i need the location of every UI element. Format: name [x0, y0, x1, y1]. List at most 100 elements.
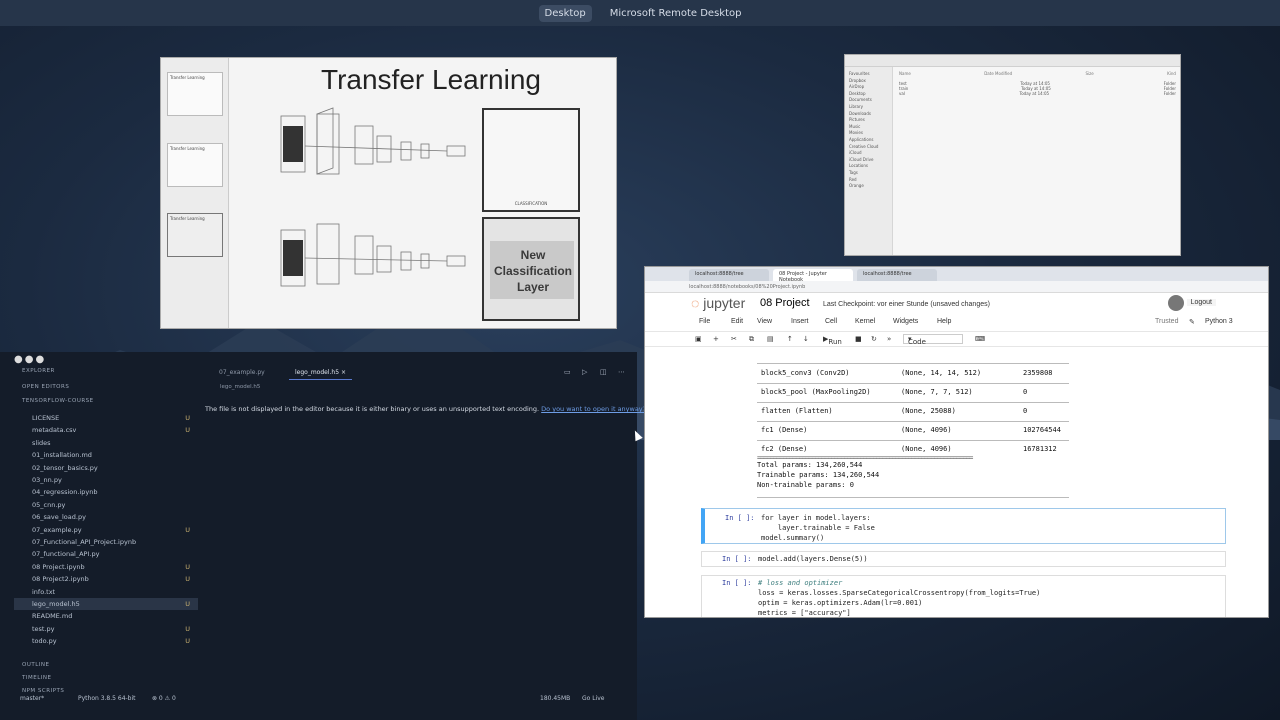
finder-sidebar-item[interactable]: Creative Cloud [849, 144, 888, 151]
jupyter-logo[interactable]: ◌ jupyter [691, 295, 745, 311]
notebook-name[interactable]: 08 Project [760, 297, 810, 309]
finder-sidebar-item[interactable]: Documents [849, 97, 888, 104]
menu-item[interactable]: Kernel [855, 318, 875, 325]
slide-thumb-3[interactable]: Transfer Learning [167, 213, 223, 257]
logout-button[interactable]: Logout [1186, 299, 1216, 306]
trusted-badge[interactable]: Trusted [1155, 318, 1178, 325]
python-interpreter[interactable]: Python 3.8.5 64-bit [78, 695, 136, 702]
slide-thumb-2[interactable]: Transfer Learning [167, 143, 223, 187]
browser-tab-3[interactable]: localhost:8888/tree [857, 269, 937, 281]
file-tree-item[interactable]: 08 Project2.ipynb U [14, 573, 198, 585]
presentation-window[interactable]: Transfer Learning Transfer Learning Tran… [160, 57, 617, 329]
file-tree-item[interactable]: info.txt [14, 586, 198, 598]
finder-sidebar-item[interactable]: Pictures [849, 117, 888, 124]
finder-sidebar-item[interactable]: iCloud Drive [849, 157, 888, 164]
more-actions-icon[interactable]: ⋯ [618, 368, 625, 376]
go-live-button[interactable]: Go Live [582, 695, 604, 702]
open-editors-header[interactable]: OPEN EDITORS [22, 384, 69, 390]
finder-titlebar[interactable] [845, 55, 1180, 67]
file-tree-item[interactable]: 02_tensor_basics.py [14, 462, 198, 474]
slide-thumb-1[interactable]: Transfer Learning [167, 72, 223, 116]
finder-sidebar-item[interactable]: Tags [849, 170, 888, 177]
run-icon[interactable]: ▷ [582, 368, 587, 376]
tab-lego-model[interactable]: lego_model.h5 × [289, 366, 353, 380]
project-header[interactable]: TENSORFLOW-COURSE [22, 398, 94, 404]
menu-item[interactable]: Widgets [893, 318, 918, 325]
file-tree-item[interactable]: 07_example.py U [14, 524, 198, 536]
copy-icon[interactable]: ⧉ [749, 335, 754, 344]
finder-sidebar-item[interactable]: iCloud [849, 150, 888, 157]
browser-tab-2[interactable]: 08 Project - Jupyter Notebook [773, 269, 853, 283]
move-down-icon[interactable]: ↓ [803, 335, 809, 343]
open-anyway-link[interactable]: Do you want to open it anyway? [541, 405, 646, 413]
finder-window[interactable]: Favourites Dropbox AirDrop Desktop Documents… [844, 54, 1181, 256]
address-bar[interactable]: localhost:8888/notebooks/08%20Project.ip… [645, 281, 1268, 293]
file-tree-item[interactable]: 01_installation.md [14, 449, 198, 461]
file-tree-item[interactable]: 08 Project.ipynb U [14, 561, 198, 573]
command-palette-icon[interactable]: ⌨ [975, 335, 985, 343]
menu-item[interactable]: Insert [791, 318, 809, 325]
file-tree-item[interactable]: README.md [14, 610, 198, 622]
file-tree-item[interactable]: lego_model.h5 U [14, 598, 198, 610]
stop-icon[interactable]: ■ [855, 335, 862, 343]
menu-item[interactable]: View [757, 318, 772, 325]
edit-pencil-icon[interactable]: ✎ [1189, 318, 1195, 326]
timeline-header[interactable]: TIMELINE [22, 675, 51, 681]
paste-icon[interactable]: ▤ [767, 335, 774, 343]
menu-item[interactable]: Cell [825, 318, 837, 325]
menu-item[interactable]: Help [937, 318, 951, 325]
breadcrumb[interactable]: lego_model.h5 [220, 384, 260, 390]
save-icon[interactable]: ▣ [695, 335, 702, 343]
menu-item[interactable]: File [699, 318, 710, 325]
tab-07-example[interactable]: 07_example.py [213, 366, 271, 380]
col-size[interactable]: Size [1086, 71, 1094, 76]
col-name[interactable]: Name [899, 71, 911, 76]
finder-row[interactable]: val Today at 14:05 Folder [899, 91, 1176, 96]
cell-type-select[interactable]: Code ▾ [903, 334, 963, 346]
finder-sidebar-item[interactable]: Movies [849, 130, 888, 137]
finder-sidebar-item[interactable]: Locations [849, 163, 888, 170]
layout-icon[interactable]: ◫ [600, 368, 607, 376]
window-controls[interactable]: ●●● [14, 354, 46, 365]
code-cell-freeze[interactable]: In [ ]: for layer in model.layers: layer… [701, 508, 1226, 544]
finder-sidebar-item[interactable]: Dropbox [849, 78, 888, 85]
run-button[interactable]: ▶ Run [823, 335, 842, 346]
menu-item[interactable]: Edit [731, 318, 743, 325]
col-kind[interactable]: Kind [1167, 71, 1176, 76]
file-tree-item[interactable]: test.py U [14, 623, 198, 635]
desktop-tab[interactable]: Desktop [538, 4, 592, 22]
finder-sidebar-item[interactable]: Library [849, 104, 888, 111]
finder-sidebar-item[interactable]: Desktop [849, 91, 888, 98]
code-cell-loss[interactable]: In [ ]: # loss and optimizer loss = kera… [701, 575, 1226, 617]
finder-sidebar-item[interactable]: Orange [849, 183, 888, 190]
outline-header[interactable]: OUTLINE [22, 662, 50, 668]
finder-sidebar-item[interactable]: Applications [849, 137, 888, 144]
cut-icon[interactable]: ✂ [731, 335, 737, 343]
git-branch[interactable]: master* [20, 695, 44, 702]
col-modified[interactable]: Date Modified [984, 71, 1012, 76]
file-tree-item[interactable]: 07_functional_API.py [14, 548, 198, 560]
finder-sidebar-item[interactable]: Favourites [849, 71, 888, 78]
file-tree-item[interactable]: 05_cnn.py [14, 499, 198, 511]
file-tree-item[interactable]: metadata.csv U [14, 424, 198, 436]
kernel-name[interactable]: Python 3 [1205, 318, 1233, 325]
close-icon[interactable]: × [341, 369, 346, 376]
finder-sidebar-item[interactable]: Downloads [849, 111, 888, 118]
file-tree-item[interactable]: LICENSE U [14, 412, 198, 424]
file-tree-item[interactable]: 03_nn.py [14, 474, 198, 486]
move-up-icon[interactable]: ↑ [787, 335, 793, 343]
finder-sidebar-item[interactable]: Red [849, 177, 888, 184]
code-cell-add-dense[interactable]: In [ ]: model.add(layers.Dense(5)) [701, 551, 1226, 567]
file-tree-item[interactable]: 06_save_load.py [14, 511, 198, 523]
finder-sidebar-item[interactable]: AirDrop [849, 84, 888, 91]
file-tree-item[interactable]: 04_regression.ipynb [14, 486, 198, 498]
file-tree-item[interactable]: slides [14, 437, 198, 449]
file-tree-item[interactable]: todo.py U [14, 635, 198, 647]
insert-cell-icon[interactable]: + [713, 335, 719, 343]
split-editor-icon[interactable]: ▭ [564, 368, 571, 376]
restart-icon[interactable]: ↻ [871, 335, 877, 343]
browser-tab-1[interactable]: localhost:8888/tree [689, 269, 769, 281]
problems-count[interactable]: ⊗ 0 ⚠ 0 [152, 695, 176, 702]
finder-sidebar-item[interactable]: Music [849, 124, 888, 131]
fast-forward-icon[interactable]: » [887, 335, 891, 343]
